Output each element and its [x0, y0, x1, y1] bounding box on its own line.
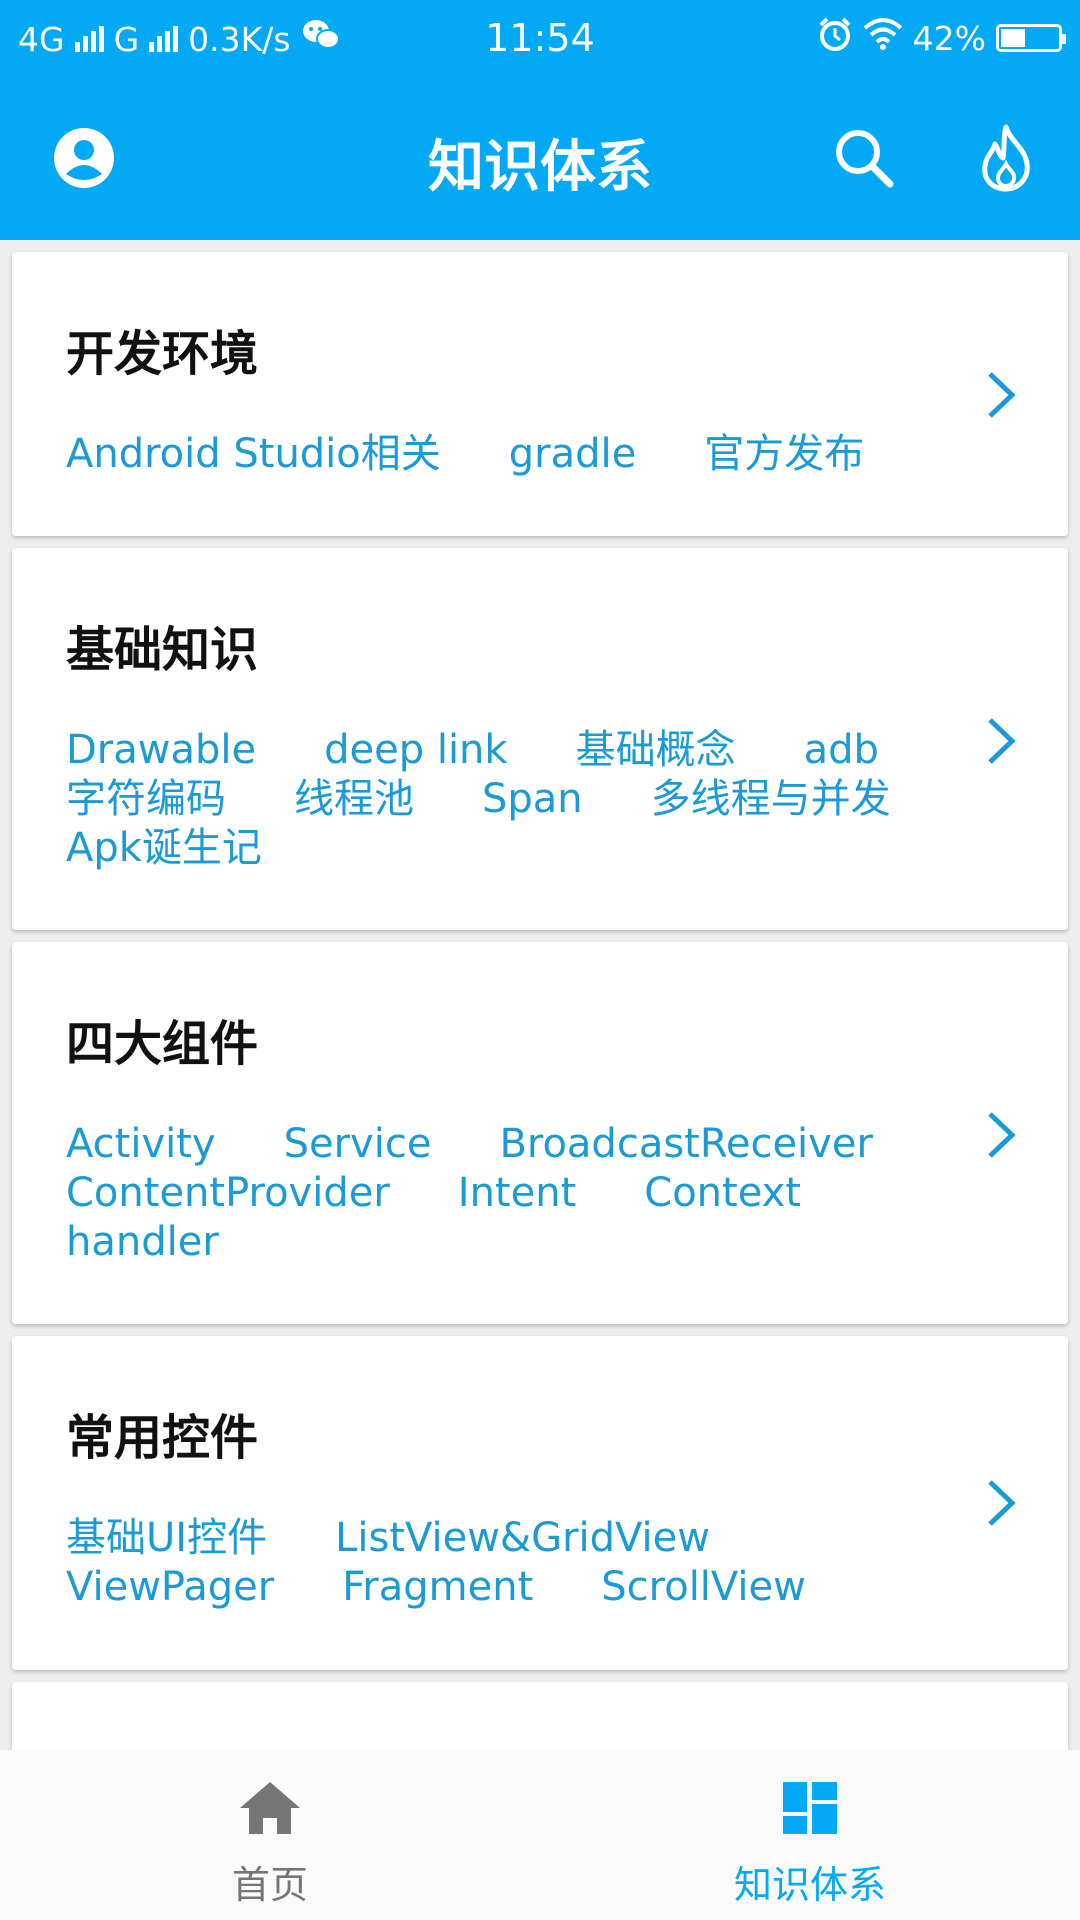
- tag-item[interactable]: Fragment: [342, 1563, 533, 1612]
- tag-item[interactable]: 字符编码: [66, 775, 226, 824]
- tag-item[interactable]: BroadcastReceiver: [499, 1120, 872, 1169]
- category-title: 开发环境: [66, 326, 259, 382]
- tag-item[interactable]: ContentProvider: [66, 1169, 390, 1218]
- category-card-partial[interactable]: [12, 1682, 1068, 1750]
- tag-item[interactable]: ListView&GridView: [335, 1514, 710, 1563]
- tag-item[interactable]: 基础概念: [576, 726, 736, 775]
- tag-item[interactable]: adb: [804, 726, 879, 775]
- chevron-right-icon[interactable]: [984, 716, 1018, 766]
- tag-item[interactable]: 基础UI控件: [66, 1514, 267, 1563]
- battery-percent: 42%: [912, 18, 986, 58]
- tag-item[interactable]: Span: [482, 775, 583, 824]
- nav-item-home[interactable]: 首页: [0, 1750, 540, 1920]
- wifi-icon: [863, 18, 903, 58]
- chevron-right-icon[interactable]: [984, 1478, 1018, 1528]
- tag-item[interactable]: deep link: [324, 726, 507, 775]
- dashboard-icon: [783, 1782, 837, 1834]
- category-card-dev-env[interactable]: 开发环境 Android Studio相关 gradle 官方发布: [12, 252, 1068, 536]
- tag-item[interactable]: ScrollView: [601, 1563, 806, 1612]
- tag-item[interactable]: handler: [66, 1218, 219, 1267]
- tag-item[interactable]: Context: [644, 1169, 801, 1218]
- tag-item[interactable]: gradle: [509, 430, 636, 479]
- alarm-icon: [817, 16, 853, 60]
- category-title: 常用控件: [66, 1410, 259, 1466]
- home-icon: [240, 1782, 300, 1834]
- fire-icon[interactable]: [968, 120, 1044, 196]
- tag-item[interactable]: Service: [284, 1120, 432, 1169]
- nav-label-knowledge: 知识体系: [733, 1863, 886, 1907]
- tag-item[interactable]: ViewPager: [66, 1563, 274, 1612]
- tag-item[interactable]: Activity: [66, 1120, 216, 1169]
- status-bar-right: 42%: [817, 16, 1066, 60]
- tag-item[interactable]: 官方发布: [704, 430, 864, 479]
- category-tags: Drawable deep link 基础概念 adb 字符编码 线程池 Spa…: [66, 726, 936, 873]
- bottom-nav: 首页 知识体系: [0, 1750, 1080, 1920]
- category-title: 基础知识: [66, 622, 259, 678]
- tag-item[interactable]: 多线程与并发: [651, 775, 891, 824]
- app-bar: 知识体系: [0, 76, 1080, 240]
- page-title: 知识体系: [428, 135, 652, 200]
- tag-item[interactable]: Android Studio相关: [66, 430, 441, 479]
- category-tags: Android Studio相关 gradle 官方发布: [66, 430, 936, 479]
- nav-item-knowledge[interactable]: 知识体系: [540, 1750, 1080, 1920]
- chevron-right-icon[interactable]: [984, 1110, 1018, 1160]
- search-icon[interactable]: [826, 120, 902, 196]
- chevron-right-icon[interactable]: [984, 370, 1018, 420]
- category-card-components[interactable]: 四大组件 Activity Service BroadcastReceiver …: [12, 942, 1068, 1324]
- status-bar: 4G G 0.3K/s 11:54 42%: [0, 0, 1080, 76]
- battery-icon: [996, 24, 1066, 52]
- category-tags: Activity Service BroadcastReceiver Conte…: [66, 1120, 936, 1267]
- category-tags: 基础UI控件 ListView&GridView ViewPager Fragm…: [66, 1514, 936, 1612]
- tag-item[interactable]: Apk诞生记: [66, 824, 262, 873]
- category-list[interactable]: 开发环境 Android Studio相关 gradle 官方发布 基础知识 D…: [0, 240, 1080, 1750]
- tag-item[interactable]: Intent: [458, 1169, 576, 1218]
- tag-item[interactable]: 线程池: [294, 775, 414, 824]
- category-card-widgets[interactable]: 常用控件 基础UI控件 ListView&GridView ViewPager …: [12, 1336, 1068, 1670]
- category-card-basics[interactable]: 基础知识 Drawable deep link 基础概念 adb 字符编码 线程…: [12, 548, 1068, 930]
- tag-item[interactable]: Drawable: [66, 726, 256, 775]
- nav-label-home: 首页: [231, 1863, 308, 1907]
- category-title: 四大组件: [66, 1016, 259, 1072]
